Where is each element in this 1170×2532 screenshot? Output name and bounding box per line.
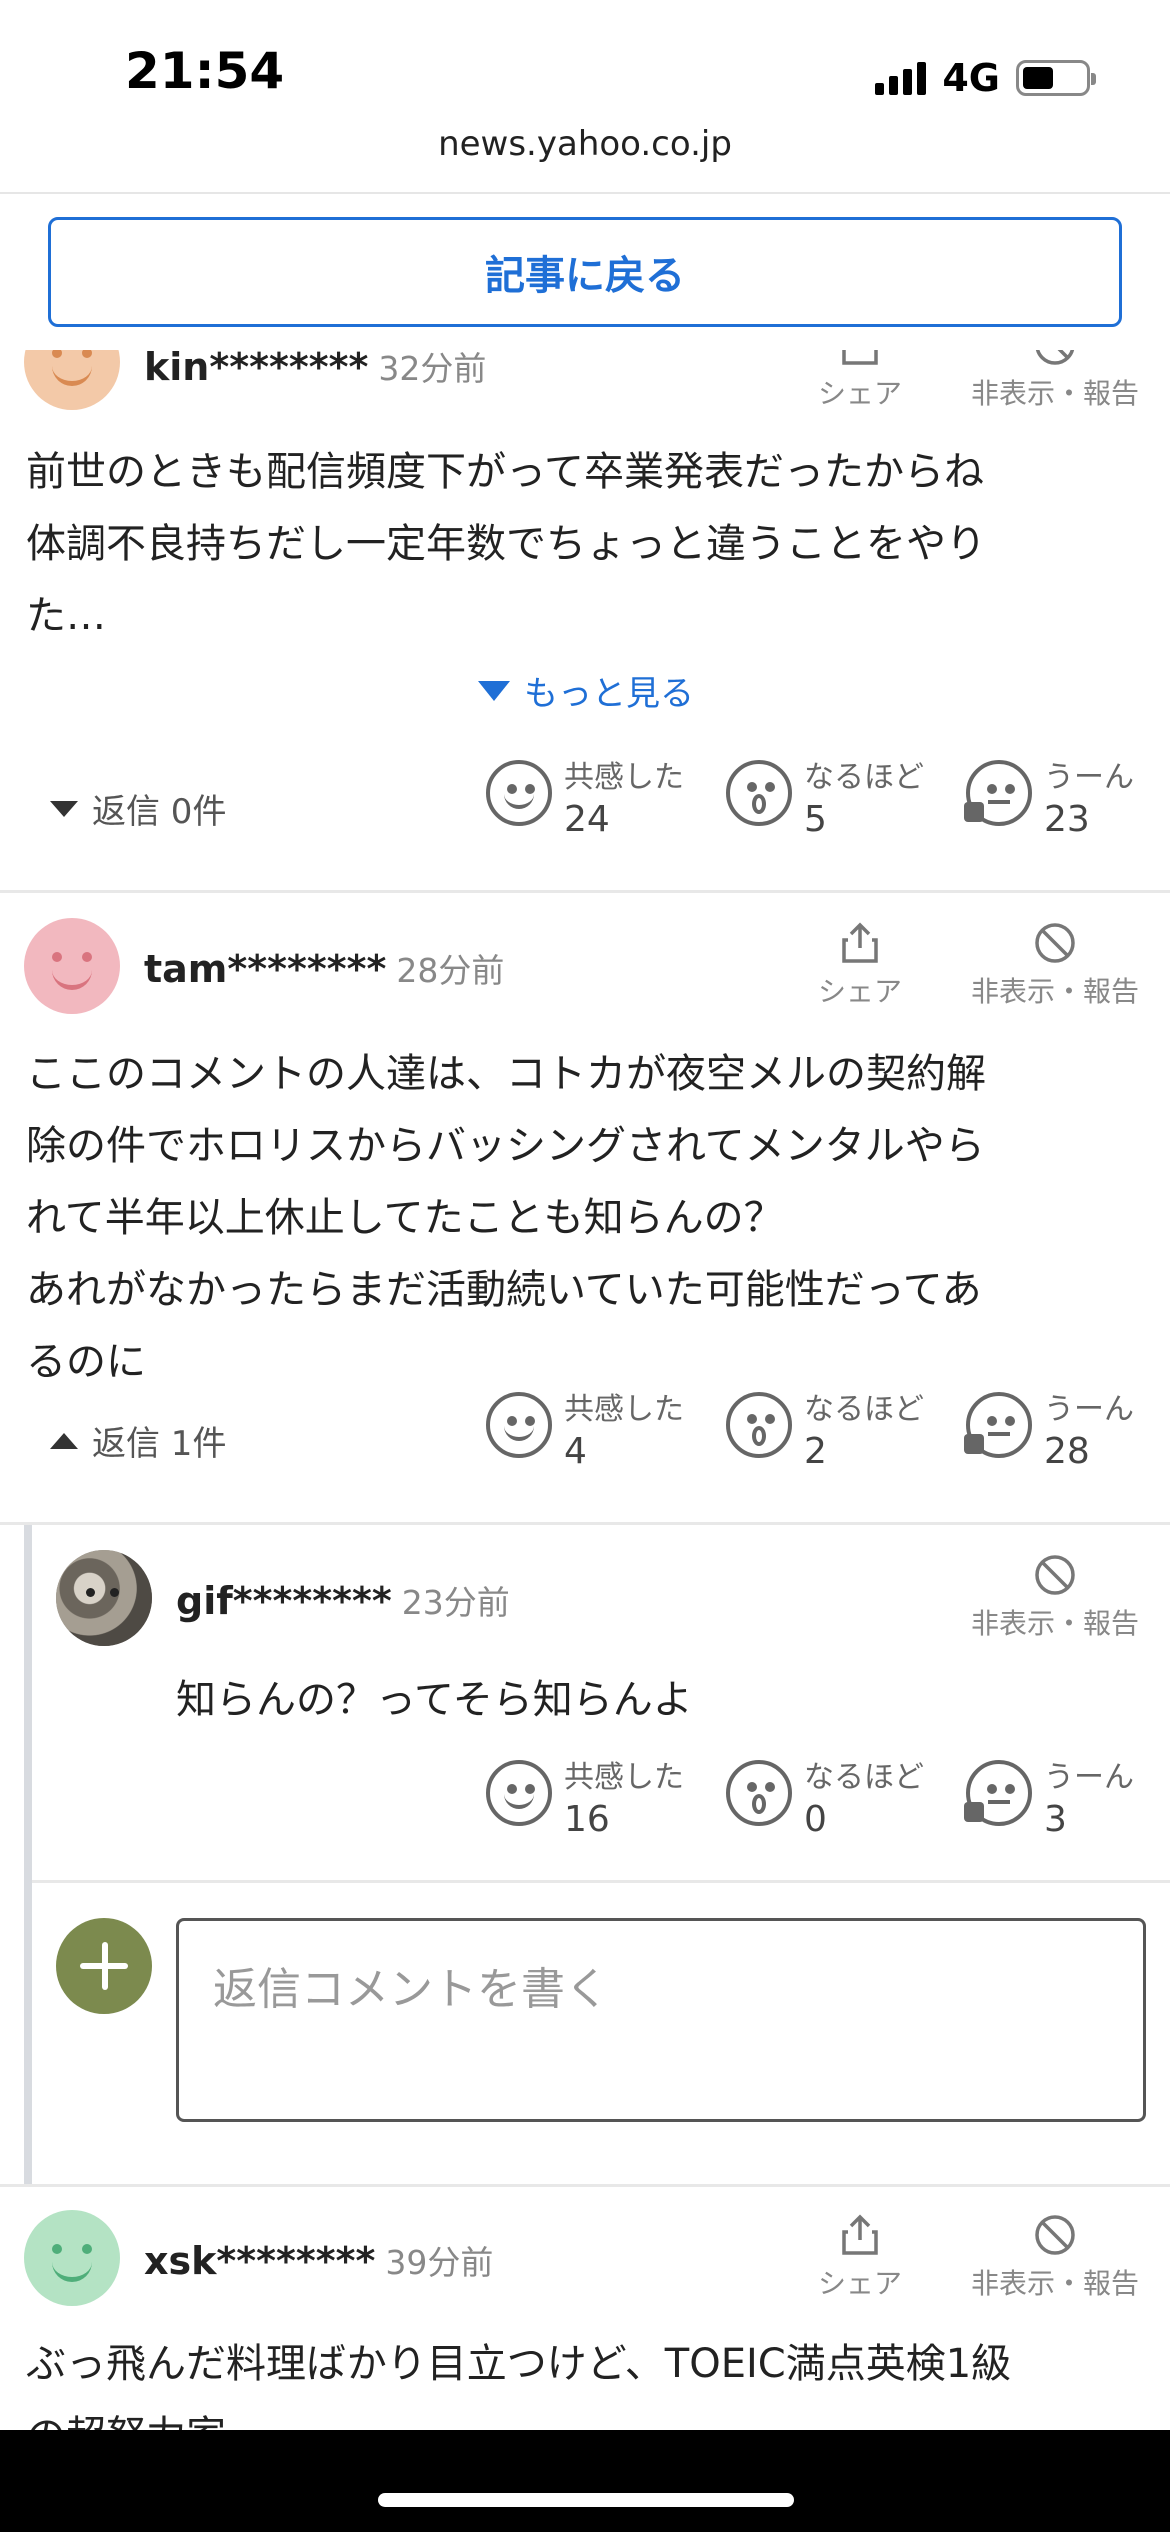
thinking-face-icon [964, 760, 1032, 826]
caret-up-icon [50, 1432, 78, 1449]
comment-divider [0, 1522, 1170, 1525]
status-indicators: 4G [875, 56, 1096, 100]
avatar [24, 918, 120, 1014]
reply-body: 知らんの？ってそら知らんよ [176, 1677, 693, 1723]
smile-face-icon [486, 760, 552, 826]
block-icon [1035, 923, 1075, 963]
reaction-interesting-button[interactable]: なるほど 2 [726, 1392, 924, 1476]
header-divider [0, 192, 1170, 194]
url-bar[interactable]: news.yahoo.co.jp [0, 124, 1170, 164]
status-bar: 21:54 4G [0, 0, 1170, 140]
home-indicator[interactable] [378, 2493, 794, 2507]
comment-username[interactable]: kin******** 32分前 [144, 350, 486, 390]
reaction-interesting-button[interactable]: なるほど 5 [726, 760, 924, 844]
comment-time: 39分前 [385, 2243, 494, 2282]
back-to-article-button[interactable]: 記事に戻る [48, 217, 1122, 327]
comment-divider [0, 890, 1170, 893]
home-bar-area [0, 2430, 1170, 2532]
comment-time: 32分前 [378, 350, 487, 388]
reaction-count: 24 [564, 799, 610, 840]
show-more-link[interactable]: もっと見る [478, 666, 694, 715]
hide-report-button[interactable]: 非表示・報告 [960, 350, 1150, 412]
comment-username[interactable]: xsk******** 39分前 [144, 2236, 493, 2284]
reply-divider [32, 1880, 1170, 1883]
reaction-hmm-button[interactable]: うーん 28 [964, 1392, 1134, 1476]
comment-username[interactable]: tam******** 28分前 [144, 944, 504, 992]
block-icon [1035, 350, 1075, 365]
comment-body: ぶっ飛んだ料理ばかり目立つけど、TOEIC満点英検1級 の超努力家 [26, 2341, 1012, 2430]
share-icon [842, 2214, 878, 2255]
hide-report-button[interactable]: 非表示・報告 [960, 922, 1150, 1010]
comment-feed[interactable]: kin******** 32分前 シェア 非表示・報告 前世のときも配信頻度下がっ… [0, 350, 1170, 2430]
replies-toggle[interactable]: 返信 0件 [50, 784, 226, 833]
battery-icon [1016, 60, 1096, 96]
hide-report-button[interactable]: 非表示・報告 [960, 1554, 1150, 1642]
smile-face-icon [486, 1760, 552, 1826]
reaction-count: 16 [564, 1799, 610, 1840]
reaction-agree-button[interactable]: 共感した 4 [486, 1392, 684, 1476]
surprised-face-icon [726, 1392, 792, 1458]
cellular-signal-icon [875, 61, 927, 95]
my-avatar [56, 1918, 152, 2014]
caret-down-icon [50, 800, 78, 817]
reaction-count: 28 [1044, 1431, 1090, 1472]
share-button[interactable]: シェア [810, 350, 910, 412]
smile-face-icon [486, 1392, 552, 1458]
reaction-count: 5 [804, 799, 827, 840]
block-icon [1035, 1555, 1075, 1595]
reaction-count: 23 [1044, 799, 1090, 840]
reaction-count: 4 [564, 1431, 587, 1472]
share-icon [842, 922, 878, 963]
thread-indicator [24, 1525, 32, 2185]
reaction-count: 2 [804, 1431, 827, 1472]
chevron-down-icon [478, 680, 510, 701]
reaction-interesting-button[interactable]: なるほど 0 [726, 1760, 924, 1844]
thinking-face-icon [964, 1760, 1032, 1826]
reply-time: 23分前 [401, 1583, 510, 1622]
surprised-face-icon [726, 1760, 792, 1826]
avatar [24, 350, 120, 410]
status-time: 21:54 [125, 42, 285, 100]
share-button[interactable]: シェア [810, 922, 910, 1010]
reaction-count: 3 [1044, 1799, 1067, 1840]
reaction-agree-button[interactable]: 共感した 24 [486, 760, 684, 844]
replies-toggle[interactable]: 返信 1件 [50, 1416, 226, 1465]
reaction-hmm-button[interactable]: うーん 3 [964, 1760, 1134, 1844]
comment-divider [0, 2184, 1170, 2187]
avatar [56, 1550, 152, 1646]
share-icon [842, 350, 878, 365]
hide-report-button[interactable]: 非表示・報告 [960, 2214, 1150, 2302]
share-button[interactable]: シェア [810, 2214, 910, 2302]
reaction-hmm-button[interactable]: うーん 23 [964, 760, 1134, 844]
block-icon [1035, 2215, 1075, 2255]
comment-body: ここのコメントの人達は、コトカが夜空メルの契約解 除の件でホロリスからバッシング… [26, 1051, 986, 1385]
reply-username[interactable]: gif******** 23分前 [176, 1576, 510, 1624]
avatar [24, 2210, 120, 2306]
comment-body: 前世のときも配信頻度下がって卒業発表だったからね 体調不良持ちだし一定年数でちょ… [26, 449, 986, 639]
network-type: 4G [942, 56, 1000, 100]
reaction-count: 0 [804, 1799, 827, 1840]
reply-comment-input[interactable]: 返信コメントを書く [176, 1918, 1146, 2122]
surprised-face-icon [726, 760, 792, 826]
reaction-agree-button[interactable]: 共感した 16 [486, 1760, 684, 1844]
thinking-face-icon [964, 1392, 1032, 1458]
comment-time: 28分前 [396, 951, 505, 990]
